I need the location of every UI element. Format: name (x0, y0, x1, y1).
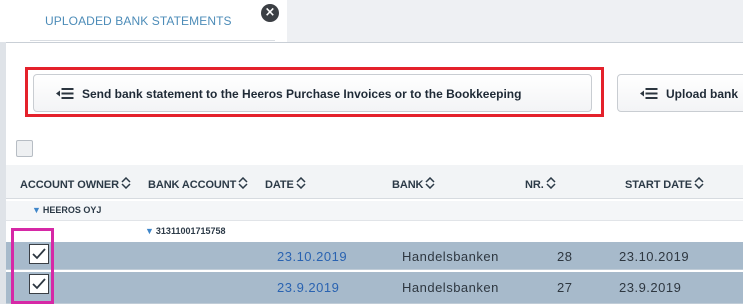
caret-down-icon[interactable]: ▼ (145, 226, 154, 236)
sort-icon[interactable] (121, 177, 131, 189)
group-owner[interactable]: ▼ HEEROS OYJ (32, 205, 101, 215)
divider (6, 42, 743, 43)
sort-icon[interactable] (546, 177, 556, 189)
column-label: START DATE (625, 179, 693, 191)
cell-date[interactable]: 23.9.2019 (277, 280, 339, 295)
column-start-date[interactable]: START DATE (625, 177, 704, 191)
sort-icon[interactable] (694, 177, 704, 189)
group-owner-label: HEEROS OYJ (42, 205, 102, 215)
column-label: ACCOUNT OWNER (20, 179, 119, 191)
column-account-owner[interactable]: ACCOUNT OWNER (20, 177, 131, 191)
highlight-box (25, 67, 604, 117)
upload-bank-button[interactable]: Upload bank (617, 74, 743, 112)
upload-button-label: Upload bank (666, 87, 739, 101)
cell-bank: Handelsbanken (402, 280, 499, 295)
column-label: DATE (265, 179, 294, 191)
sort-icon[interactable] (296, 177, 306, 189)
cell-nr: 27 (557, 280, 573, 295)
cell-date[interactable]: 23.10.2019 (277, 249, 347, 264)
close-icon[interactable]: × (261, 4, 279, 22)
column-label: BANK ACCOUNT (148, 179, 237, 191)
column-date[interactable]: DATE (265, 177, 306, 191)
group-account[interactable]: ▼ 31311001715758 (145, 226, 226, 236)
table-row[interactable]: 23.10.2019 Handelsbanken 28 23.10.2019 (6, 242, 743, 270)
sort-icon[interactable] (238, 177, 248, 189)
cell-start-date: 23.9.2019 (619, 280, 682, 295)
cell-start-date: 23.10.2019 (619, 249, 690, 264)
column-bank[interactable]: BANK (392, 177, 435, 191)
select-all-checkbox[interactable] (16, 140, 33, 157)
column-nr[interactable]: NR. (525, 177, 556, 191)
cell-nr: 28 (557, 249, 573, 264)
sort-icon[interactable] (425, 177, 435, 189)
group-account-label: 31311001715758 (155, 226, 226, 236)
tab-label: UPLOADED BANK STATEMENTS (45, 14, 232, 28)
column-bank-account[interactable]: BANK ACCOUNT (148, 177, 248, 191)
caret-down-icon[interactable]: ▼ (32, 205, 41, 215)
group-row-owner (6, 201, 743, 221)
tab-underline (30, 40, 275, 41)
table-row[interactable]: 23.9.2019 Handelsbanken 27 23.9.2019 (6, 272, 743, 304)
tab-uploaded-bank-statements[interactable]: UPLOADED BANK STATEMENTS × (0, 0, 287, 42)
highlight-box (11, 228, 54, 304)
column-label: BANK (392, 179, 424, 191)
cell-bank: Handelsbanken (402, 249, 499, 264)
list-arrow-icon (640, 88, 658, 99)
column-label: NR. (525, 179, 544, 191)
